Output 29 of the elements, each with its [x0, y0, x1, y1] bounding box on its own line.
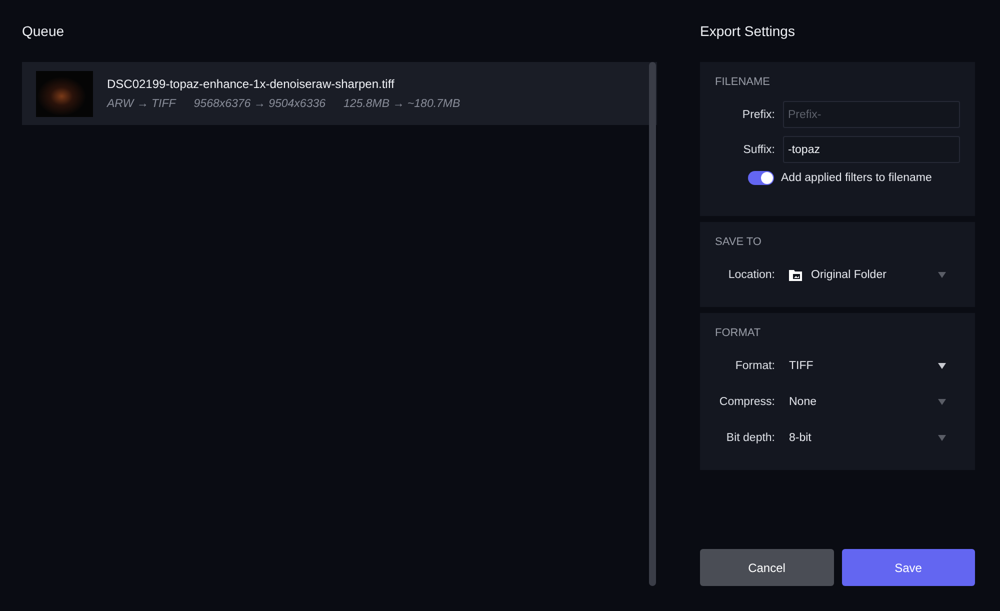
field-label: Location: — [727, 268, 775, 280]
prefix-field[interactable]: Prefix- — [783, 101, 960, 128]
photo-placeholder — [36, 70, 93, 116]
field-label: Compress: — [718, 396, 775, 408]
file-size: 125.8MB → ~180.7MB — [344, 98, 460, 110]
folder-icon — [789, 268, 803, 280]
export-settings-title: Export Settings — [700, 24, 796, 38]
suffix-field[interactable]: -topaz — [783, 136, 960, 163]
scrollbar[interactable] — [649, 62, 656, 586]
file-name: DSC02199-topaz-enhance-1x-denoiseraw-sharpen.tiff — [107, 77, 396, 91]
section-heading: SAVE TO — [715, 236, 762, 248]
queue-item[interactable]: DSC02199-topaz-enhance-1x-denoiseraw-sharpen.tiff ARW → TIFF 9568x6376 → 9504x6336 125.8MB → ~180.7MB — [22, 62, 657, 125]
field-label: Suffix: — [742, 144, 775, 156]
field-label: Prefix: — [741, 108, 775, 120]
dimensions: 9568x6376 → 9504x6336 — [194, 98, 326, 110]
field-label: Bit depth: — [725, 432, 775, 444]
field-label: Format: — [734, 360, 775, 372]
toggle-label: Add applied filters to filename — [781, 172, 932, 184]
dropdown[interactable]: TIFF — [783, 352, 960, 379]
section-heading: FORMAT — [715, 327, 762, 339]
format-conversion: ARW → TIFF — [107, 98, 176, 110]
section-heading: FILENAME — [715, 76, 772, 88]
save-button[interactable]: Save — [842, 549, 975, 586]
toggle-switch[interactable] — [748, 171, 774, 185]
cancel-button[interactable]: Cancel — [700, 549, 834, 586]
queue-title: Queue — [22, 24, 66, 38]
dropdown[interactable]: 8-bit — [783, 424, 960, 451]
location-dropdown[interactable]: Original Folder — [783, 261, 960, 288]
dropdown[interactable]: None — [783, 388, 960, 415]
